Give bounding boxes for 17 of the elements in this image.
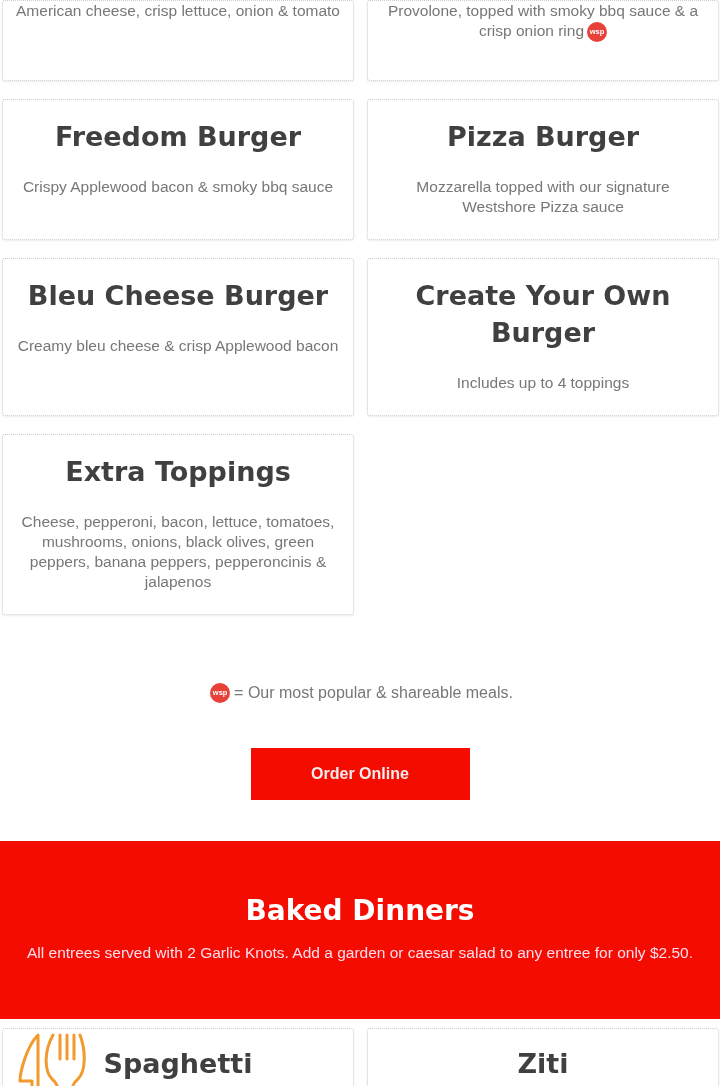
item-description: Cheese, pepperoni, bacon, lettuce, tomatoes, mushrooms, onions, black olives, green peppers, banana peppers, pepperoncinis & jalapenos	[20, 511, 336, 592]
order-online-button[interactable]: Order Online	[250, 747, 470, 800]
item-description: Includes up to 4 toppings	[455, 372, 631, 393]
item-title: Ziti	[517, 1046, 569, 1081]
item-description: Crispy Applewood bacon & smoky bbq sauce	[21, 176, 335, 197]
item-title: Extra Toppings	[65, 454, 291, 489]
item-title: Pizza Burger	[446, 119, 640, 154]
item-title: Create Your Own Burger	[414, 278, 672, 350]
item-title: Spaghetti	[103, 1046, 253, 1081]
section-subtitle: All entrees served with 2 Garlic Knots. Add a garden or caesar salad to any entree for only $2.50.	[27, 943, 693, 962]
item-description: Creamy bleu cheese & crisp Applewood bacon	[16, 335, 340, 356]
item-description: American cheese, crisp lettuce, onion & tomato	[15, 1, 341, 21]
item-title: Freedom Burger	[54, 119, 302, 154]
legend-text: = Our most popular & shareable meals.	[234, 683, 513, 702]
item-title: Bleu Cheese Burger	[27, 278, 329, 313]
section-title: Baked Dinners	[245, 893, 475, 928]
item-description: Mozzarella topped with our signature Westshore Pizza sauce	[415, 176, 671, 217]
